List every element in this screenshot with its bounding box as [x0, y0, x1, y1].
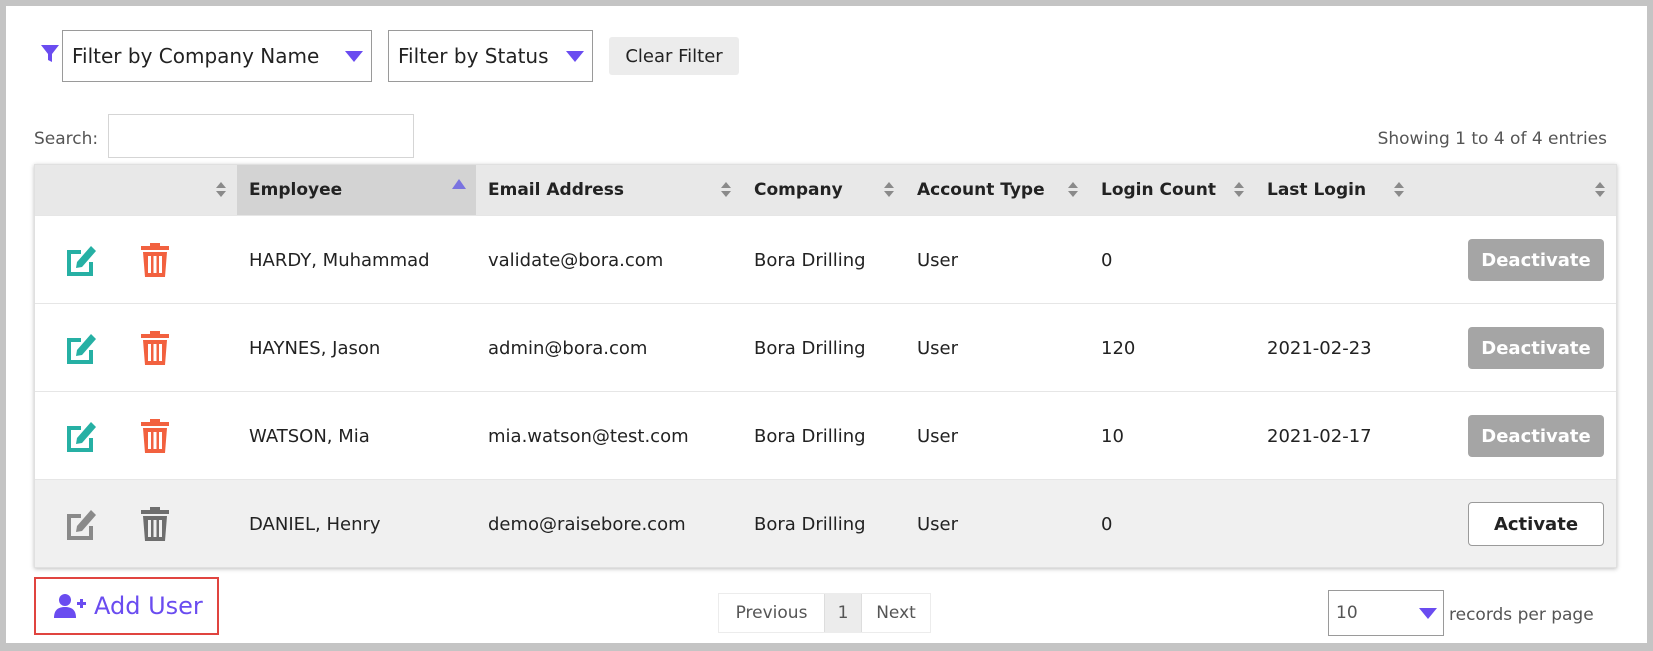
- column-header-delete[interactable]: [118, 165, 237, 215]
- pagination: Previous 1 Next: [718, 593, 931, 633]
- add-user-label: Add User: [94, 592, 203, 620]
- user-plus-icon: [54, 594, 86, 618]
- sort-icon: [883, 182, 895, 198]
- chevron-down-icon: [566, 51, 584, 62]
- last-login-cell: 2021-02-17: [1267, 425, 1372, 447]
- company-filter-label: Filter by Company Name: [72, 44, 320, 68]
- deactivate-button[interactable]: Deactivate: [1468, 415, 1604, 457]
- sort-icon: [720, 182, 732, 198]
- search-input[interactable]: [108, 114, 414, 158]
- add-user-button[interactable]: Add User: [34, 577, 219, 635]
- search-label: Search:: [34, 129, 99, 149]
- sort-icon: [1594, 182, 1606, 198]
- company-cell: Bora Drilling: [754, 513, 866, 535]
- column-header-last-login[interactable]: Last Login: [1255, 165, 1415, 215]
- table-row: WATSON, Mia mia.watson@test.com Bora Dri…: [35, 391, 1616, 479]
- table-header: Employee Email Address Company Account T…: [35, 165, 1616, 215]
- column-header-email-label: Email Address: [488, 180, 625, 200]
- table-row: DANIEL, Henry demo@raisebore.com Bora Dr…: [35, 479, 1616, 567]
- email-cell: demo@raisebore.com: [488, 513, 686, 535]
- company-filter-select[interactable]: Filter by Company Name: [62, 30, 372, 82]
- column-header-employee[interactable]: Employee: [237, 165, 476, 215]
- last-login-cell: [1255, 216, 1267, 304]
- account-type-cell: User: [917, 337, 959, 359]
- clear-filter-button[interactable]: Clear Filter: [609, 37, 739, 75]
- account-type-cell: User: [917, 249, 959, 271]
- company-cell: Bora Drilling: [754, 425, 866, 447]
- pagination-previous[interactable]: Previous: [719, 594, 824, 632]
- employee-cell: HAYNES, Jason: [249, 337, 381, 359]
- deactivate-button[interactable]: Deactivate: [1468, 239, 1604, 281]
- chevron-down-icon: [345, 51, 363, 62]
- column-header-email[interactable]: Email Address: [476, 165, 742, 215]
- sort-icon: [1067, 182, 1079, 198]
- column-header-last-login-label: Last Login: [1267, 180, 1367, 200]
- column-header-login-count[interactable]: Login Count: [1089, 165, 1255, 215]
- sort-icon: [1233, 182, 1245, 198]
- deactivate-button[interactable]: Deactivate: [1468, 327, 1604, 369]
- edit-icon[interactable]: [63, 506, 99, 542]
- login-count-cell: 10: [1101, 425, 1124, 447]
- trash-icon[interactable]: [137, 242, 173, 278]
- table-row: HARDY, Muhammad validate@bora.com Bora D…: [35, 215, 1616, 303]
- sort-icon: [1393, 182, 1405, 198]
- company-cell: Bora Drilling: [754, 249, 866, 271]
- login-count-cell: 120: [1101, 337, 1136, 359]
- employee-cell: WATSON, Mia: [249, 425, 370, 447]
- company-cell: Bora Drilling: [754, 337, 866, 359]
- table-info: Showing 1 to 4 of 4 entries: [1377, 129, 1607, 149]
- page-size-label: records per page: [1449, 605, 1594, 625]
- column-header-edit: [35, 165, 118, 215]
- login-count-cell: 0: [1101, 249, 1113, 271]
- edit-icon[interactable]: [63, 330, 99, 366]
- users-table: Employee Email Address Company Account T…: [34, 164, 1617, 568]
- pagination-page-1[interactable]: 1: [824, 594, 862, 632]
- table-row: HAYNES, Jason admin@bora.com Bora Drilli…: [35, 303, 1616, 391]
- column-header-account-type[interactable]: Account Type: [905, 165, 1089, 215]
- activate-button[interactable]: Activate: [1468, 502, 1604, 546]
- column-header-employee-label: Employee: [249, 180, 343, 200]
- filter-icon: [41, 45, 59, 62]
- chevron-down-icon: [1419, 608, 1437, 619]
- edit-icon[interactable]: [63, 242, 99, 278]
- page-size-select[interactable]: 10: [1328, 590, 1444, 636]
- last-login-cell: [1255, 480, 1267, 568]
- trash-icon[interactable]: [137, 330, 173, 366]
- last-login-cell: 2021-02-23: [1267, 337, 1372, 359]
- edit-icon[interactable]: [63, 418, 99, 454]
- email-cell: mia.watson@test.com: [488, 425, 689, 447]
- column-header-actions[interactable]: [1415, 165, 1616, 215]
- trash-icon[interactable]: [137, 418, 173, 454]
- employee-cell: HARDY, Muhammad: [249, 249, 430, 271]
- login-count-cell: 0: [1101, 513, 1113, 535]
- email-cell: admin@bora.com: [488, 337, 648, 359]
- employee-cell: DANIEL, Henry: [249, 513, 381, 535]
- account-type-cell: User: [917, 513, 959, 535]
- column-header-login-count-label: Login Count: [1101, 180, 1217, 200]
- sort-ascending-icon: [452, 179, 466, 189]
- trash-icon[interactable]: [137, 506, 173, 542]
- pagination-next[interactable]: Next: [862, 594, 930, 632]
- column-header-company-label: Company: [754, 180, 843, 200]
- status-filter-label: Filter by Status: [398, 44, 549, 68]
- column-header-account-type-label: Account Type: [917, 180, 1045, 200]
- user-management-panel: Filter by Company Name Filter by Status …: [6, 6, 1647, 643]
- account-type-cell: User: [917, 425, 959, 447]
- page-size-value: 10: [1336, 603, 1358, 623]
- sort-icon: [215, 182, 227, 198]
- email-cell: validate@bora.com: [488, 249, 664, 271]
- column-header-company[interactable]: Company: [742, 165, 905, 215]
- status-filter-select[interactable]: Filter by Status: [388, 30, 593, 82]
